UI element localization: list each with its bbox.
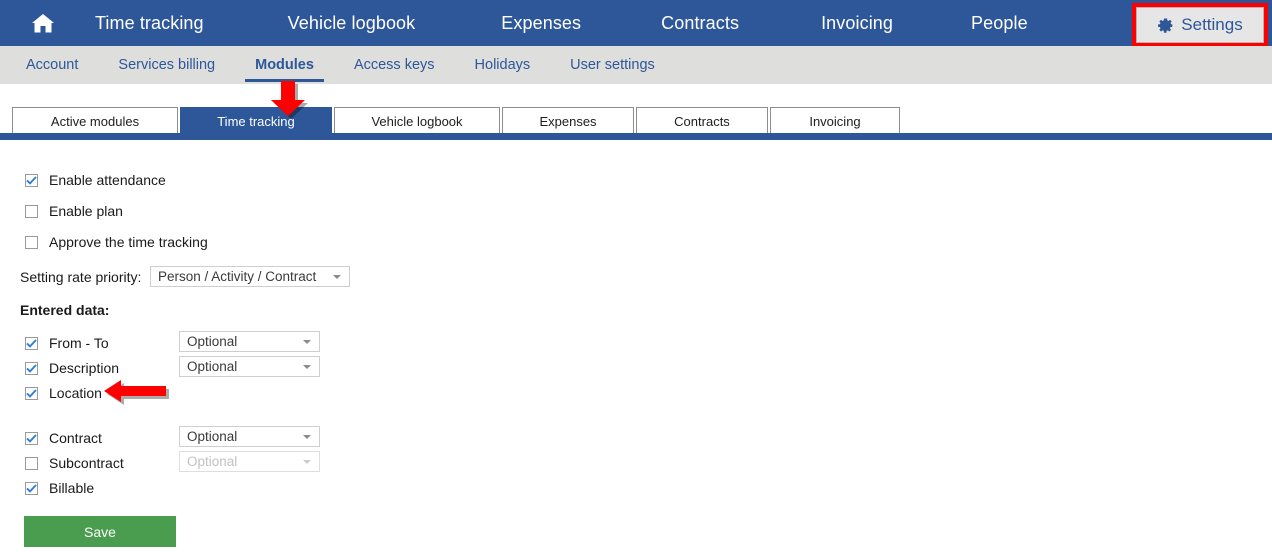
topnav-item-vehicle-logbook[interactable]: Vehicle logbook: [278, 0, 426, 46]
checkbox-label: Description: [49, 360, 120, 376]
checkbox-row-description[interactable]: Description: [25, 358, 119, 378]
entered-data-heading: Entered data:: [20, 302, 110, 318]
app-root: Time tracking Vehicle logbook Expenses C…: [0, 0, 1272, 552]
checkbox-label: Billable: [49, 480, 95, 496]
checkbox-row-contract[interactable]: Contract: [25, 428, 102, 448]
checkbox-label: Approve the time tracking: [49, 234, 208, 250]
checkbox-row-enable-plan[interactable]: Enable plan: [25, 201, 123, 221]
tab-contracts[interactable]: Contracts: [636, 107, 768, 135]
tab-vehicle-logbook[interactable]: Vehicle logbook: [334, 107, 500, 135]
chevron-down-icon: [303, 460, 311, 464]
subnav-item-user-settings[interactable]: User settings: [570, 46, 655, 84]
subnav-item-access-keys[interactable]: Access keys: [354, 46, 435, 84]
checkbox-contract[interactable]: [25, 431, 38, 445]
settings-area: Settings: [1132, 3, 1268, 47]
checkbox-approve-time-tracking[interactable]: [25, 235, 38, 249]
module-tabs: Active modules Time tracking Vehicle log…: [12, 107, 902, 135]
dropdown-from-to[interactable]: Optional: [179, 331, 320, 352]
tab-expenses[interactable]: Expenses: [502, 107, 634, 135]
checkbox-subcontract[interactable]: [25, 456, 38, 470]
dropdown-value: Optional: [187, 429, 238, 444]
dropdown-description[interactable]: Optional: [179, 356, 320, 377]
chevron-down-icon: [303, 435, 311, 439]
checkbox-label: Enable plan: [49, 203, 123, 219]
tab-active-modules[interactable]: Active modules: [12, 107, 178, 135]
subnav-item-modules[interactable]: Modules: [245, 46, 324, 84]
rate-priority-label: Setting rate priority:: [20, 269, 142, 285]
subnav-item-holidays[interactable]: Holidays: [475, 46, 531, 84]
dropdown-value: Optional: [187, 334, 238, 349]
chevron-down-icon: [333, 275, 341, 279]
checkbox-label: Contract: [49, 430, 102, 446]
tabstrip-underline: [0, 133, 1272, 140]
checkbox-row-subcontract[interactable]: Subcontract: [25, 453, 124, 473]
dropdown-subcontract: Optional: [179, 451, 320, 472]
top-navigation-bar: Time tracking Vehicle logbook Expenses C…: [0, 0, 1272, 47]
rate-priority-dropdown[interactable]: Person / Activity / Contract: [150, 266, 350, 287]
home-button[interactable]: [0, 0, 85, 46]
checkbox-from-to[interactable]: [25, 336, 38, 350]
topnav-item-expenses[interactable]: Expenses: [491, 0, 591, 46]
checkbox-description[interactable]: [25, 361, 38, 375]
dropdown-contract[interactable]: Optional: [179, 426, 320, 447]
settings-highlight-annotation: [1132, 3, 1268, 47]
checkbox-row-enable-attendance[interactable]: Enable attendance: [25, 170, 166, 190]
module-tabstrip: Active modules Time tracking Vehicle log…: [0, 84, 1272, 140]
checkbox-enable-attendance[interactable]: [25, 173, 38, 187]
topnav-item-invoicing[interactable]: Invoicing: [811, 0, 903, 46]
checkbox-row-approve-time-tracking[interactable]: Approve the time tracking: [25, 232, 208, 252]
checkbox-location[interactable]: [25, 386, 38, 400]
dropdown-value: Optional: [187, 359, 238, 374]
chevron-down-icon: [303, 365, 311, 369]
topnav-item-time-tracking[interactable]: Time tracking: [85, 0, 214, 46]
home-icon: [31, 13, 55, 34]
topnav-item-people[interactable]: People: [961, 0, 1038, 46]
rate-priority-value: Person / Activity / Contract: [158, 269, 317, 284]
checkbox-label: From - To: [49, 335, 109, 351]
tab-invoicing[interactable]: Invoicing: [770, 107, 900, 135]
checkbox-row-billable[interactable]: Billable: [25, 478, 94, 498]
checkbox-row-location[interactable]: Location: [25, 383, 102, 403]
topnav-item-contracts[interactable]: Contracts: [651, 0, 749, 46]
settings-subnav: Account Services billing Modules Access …: [0, 46, 1272, 84]
arrow-left-annotation: [104, 379, 172, 407]
subnav-item-services-billing[interactable]: Services billing: [118, 46, 215, 84]
checkbox-enable-plan[interactable]: [25, 204, 38, 218]
chevron-down-icon: [303, 340, 311, 344]
tab-time-tracking[interactable]: Time tracking: [180, 107, 332, 135]
subnav-item-account[interactable]: Account: [26, 46, 78, 84]
checkbox-row-from-to[interactable]: From - To: [25, 333, 109, 353]
checkbox-billable[interactable]: [25, 481, 38, 495]
dropdown-value: Optional: [187, 454, 238, 469]
checkbox-label: Enable attendance: [49, 172, 166, 188]
save-button[interactable]: Save: [24, 516, 176, 547]
checkbox-label: Location: [49, 385, 102, 401]
checkbox-label: Subcontract: [49, 455, 124, 471]
